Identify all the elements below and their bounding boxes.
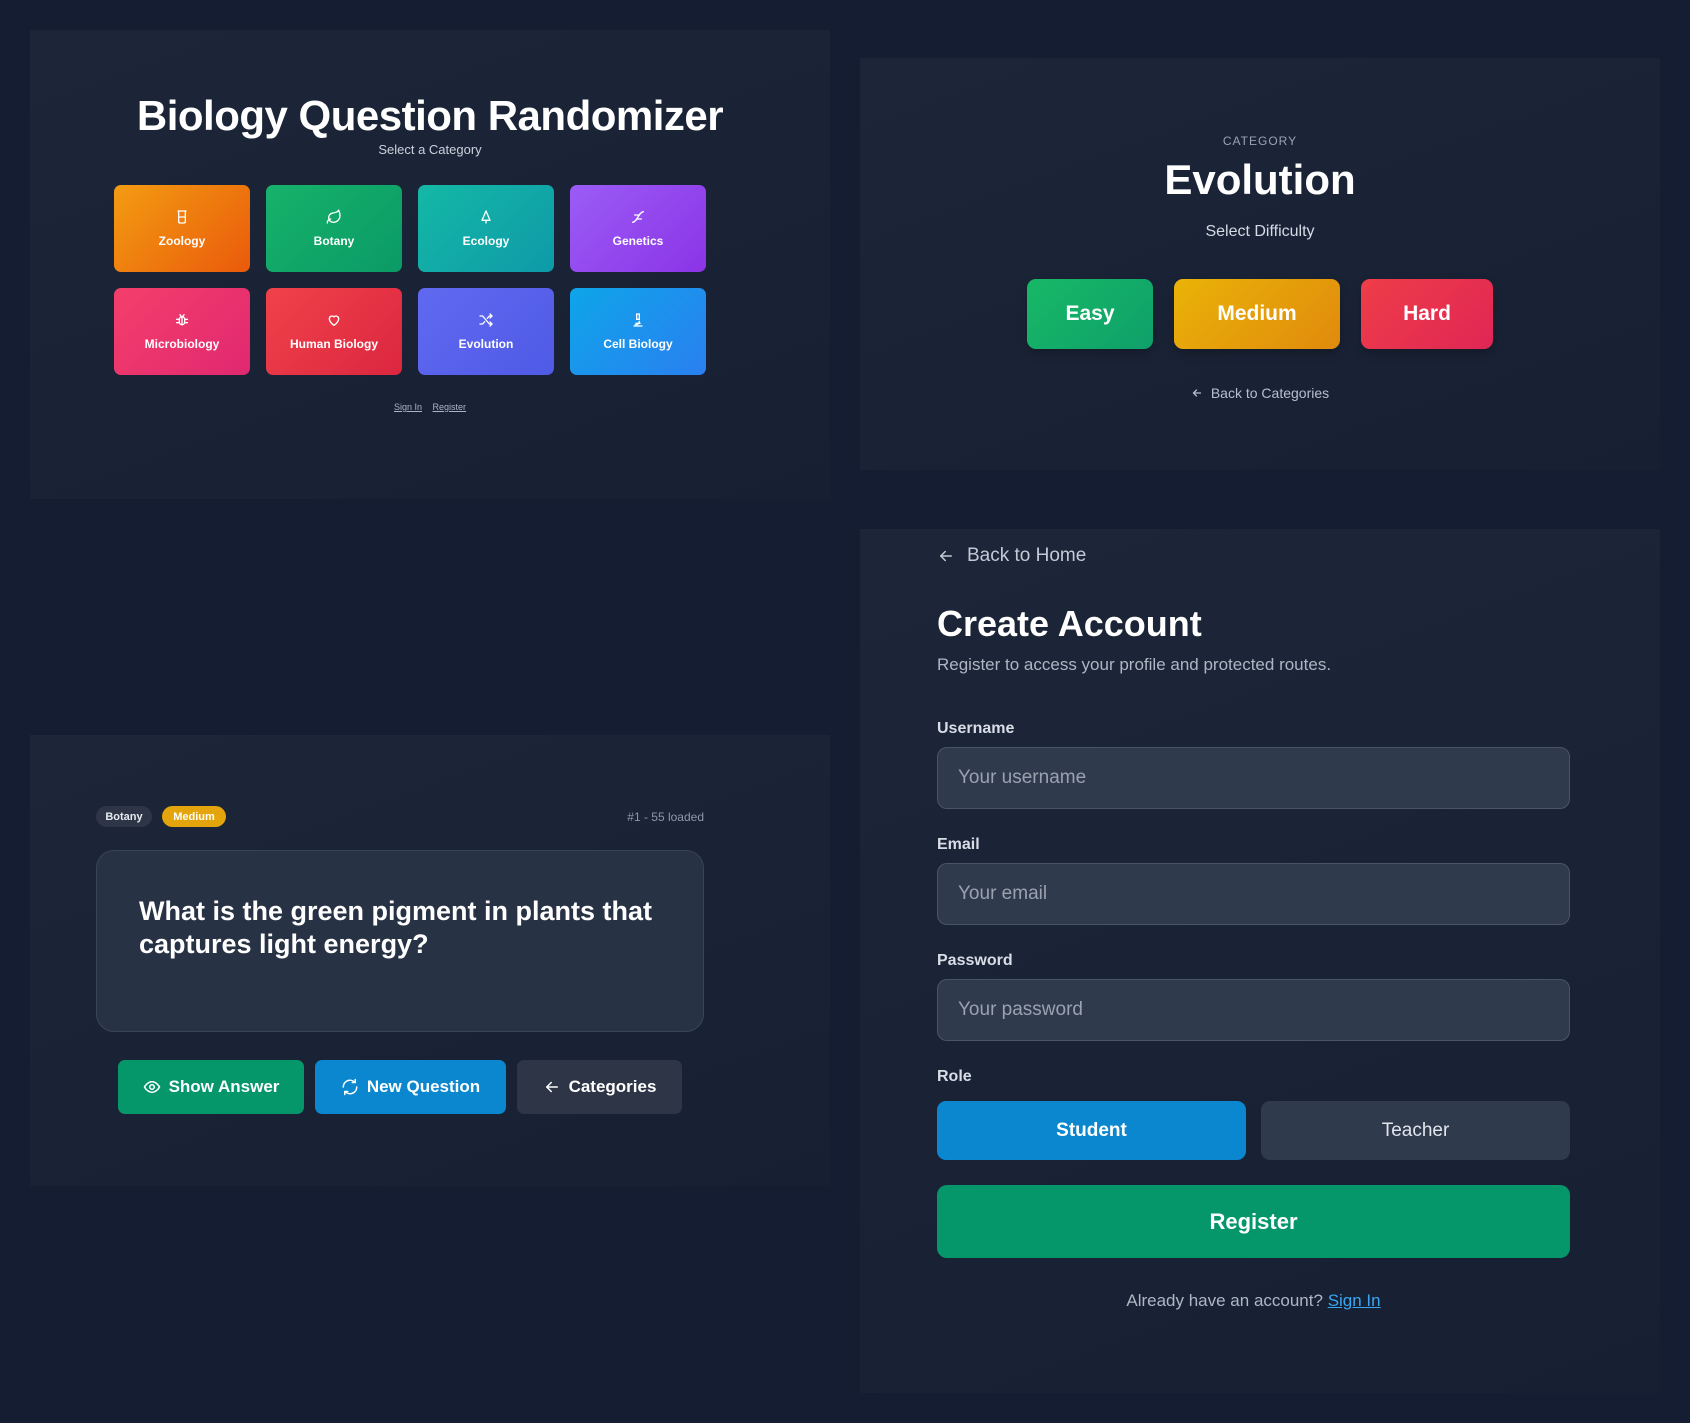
category-card-zoology[interactable]: Zoology (114, 185, 250, 272)
question-counter: #1 - 55 loaded (627, 810, 704, 824)
category-label: Evolution (458, 337, 514, 351)
arrow-left-icon (1192, 389, 1201, 397)
bug-icon (176, 314, 188, 326)
home-panel: Biology Question Randomizer Select a Cat… (30, 30, 830, 499)
sign-in-link[interactable]: Sign In (394, 402, 422, 412)
show-answer-button[interactable]: Show Answer (118, 1060, 304, 1114)
category-label: Cell Biology (603, 337, 673, 351)
sign-in-link[interactable]: Sign In (1328, 1291, 1381, 1310)
password-label: Password (937, 952, 1013, 969)
category-card-genetics[interactable]: Genetics (570, 185, 706, 272)
question-text: What is the green pigment in plants that… (139, 896, 653, 959)
difficulty-subtitle: Select Difficulty (1205, 223, 1315, 240)
difficulty-buttons: Easy Medium Hard (1027, 279, 1493, 349)
register-panel: Back to Home Create Account Register to … (860, 529, 1660, 1393)
role-label: Role (937, 1068, 972, 1085)
username-input[interactable] (937, 747, 1570, 809)
heart-icon (328, 315, 340, 326)
new-question-button[interactable]: New Question (315, 1060, 506, 1114)
back-label: Back to Categories (1210, 385, 1330, 401)
medium-button[interactable]: Medium (1174, 279, 1340, 349)
back-home-label: Back to Home (967, 545, 1087, 566)
difficulty-panel: CATEGORY Evolution Select Difficulty Eas… (860, 58, 1660, 470)
arrow-left-icon (940, 550, 952, 562)
register-title: Create Account (937, 603, 1202, 644)
page-title: Biology Question Randomizer (136, 92, 724, 139)
category-label: Microbiology (144, 337, 220, 351)
category-card-human-biology[interactable]: Human Biology (266, 288, 402, 375)
categories-button[interactable]: Categories (517, 1060, 682, 1114)
role-student-button[interactable]: Student (937, 1101, 1246, 1160)
hard-button[interactable]: Hard (1361, 279, 1493, 349)
refresh-icon (342, 1078, 358, 1096)
show-answer-label: Show Answer (168, 1077, 280, 1096)
tree-icon (481, 210, 491, 224)
question-panel: Botany Medium #1 - 55 loaded What is the… (30, 735, 830, 1186)
category-card-cell-biology[interactable]: Cell Biology (570, 288, 706, 375)
category-grid: Zoology Botany Ecology Genetics Microbio… (114, 185, 706, 375)
category-card-microbiology[interactable]: Microbiology (114, 288, 250, 375)
category-title: Evolution (1164, 156, 1356, 203)
password-input[interactable] (937, 979, 1570, 1041)
auth-links: Sign In Register (30, 402, 830, 412)
back-to-categories-link[interactable]: Back to Categories (860, 385, 1660, 401)
eye-icon (143, 1080, 160, 1094)
role-selector: Student Teacher (937, 1101, 1570, 1160)
back-to-home-link[interactable]: Back to Home (937, 545, 1086, 567)
question-actions: Show Answer New Question Categories (118, 1060, 682, 1114)
category-card-evolution[interactable]: Evolution (418, 288, 554, 375)
sign-in-prompt: Already have an account? Sign In (937, 1291, 1570, 1311)
email-input[interactable] (937, 863, 1570, 925)
categories-label: Categories (568, 1077, 657, 1096)
email-label: Email (937, 836, 980, 853)
category-badge: Botany (96, 806, 152, 827)
question-card: What is the green pigment in plants that… (96, 850, 704, 1032)
dna-icon (632, 211, 644, 223)
register-subtitle: Register to access your profile and prot… (937, 655, 1332, 674)
category-label: Ecology (462, 234, 510, 248)
category-card-ecology[interactable]: Ecology (418, 185, 554, 272)
register-button[interactable]: Register (937, 1185, 1570, 1258)
username-label: Username (937, 720, 1015, 737)
register-link[interactable]: Register (433, 402, 467, 412)
category-label: Human Biology (289, 337, 378, 351)
page-subtitle: Select a Category (378, 142, 482, 157)
new-question-label: New Question (366, 1077, 481, 1096)
sign-in-prompt-text: Already have an account? (1126, 1291, 1323, 1310)
arrow-left-icon (545, 1081, 558, 1093)
beaker-icon (177, 210, 187, 224)
category-card-botany[interactable]: Botany (266, 185, 402, 272)
category-eyebrow: CATEGORY (1222, 134, 1298, 148)
leaf-icon (326, 209, 341, 224)
difficulty-badge: Medium (162, 806, 226, 827)
microscope-icon (633, 313, 643, 327)
category-label: Botany (313, 234, 355, 248)
category-label: Genetics (612, 234, 664, 248)
category-label: Zoology (158, 234, 206, 248)
role-teacher-button[interactable]: Teacher (1261, 1101, 1570, 1160)
easy-button[interactable]: Easy (1027, 279, 1153, 349)
shuffle-icon (479, 313, 493, 327)
